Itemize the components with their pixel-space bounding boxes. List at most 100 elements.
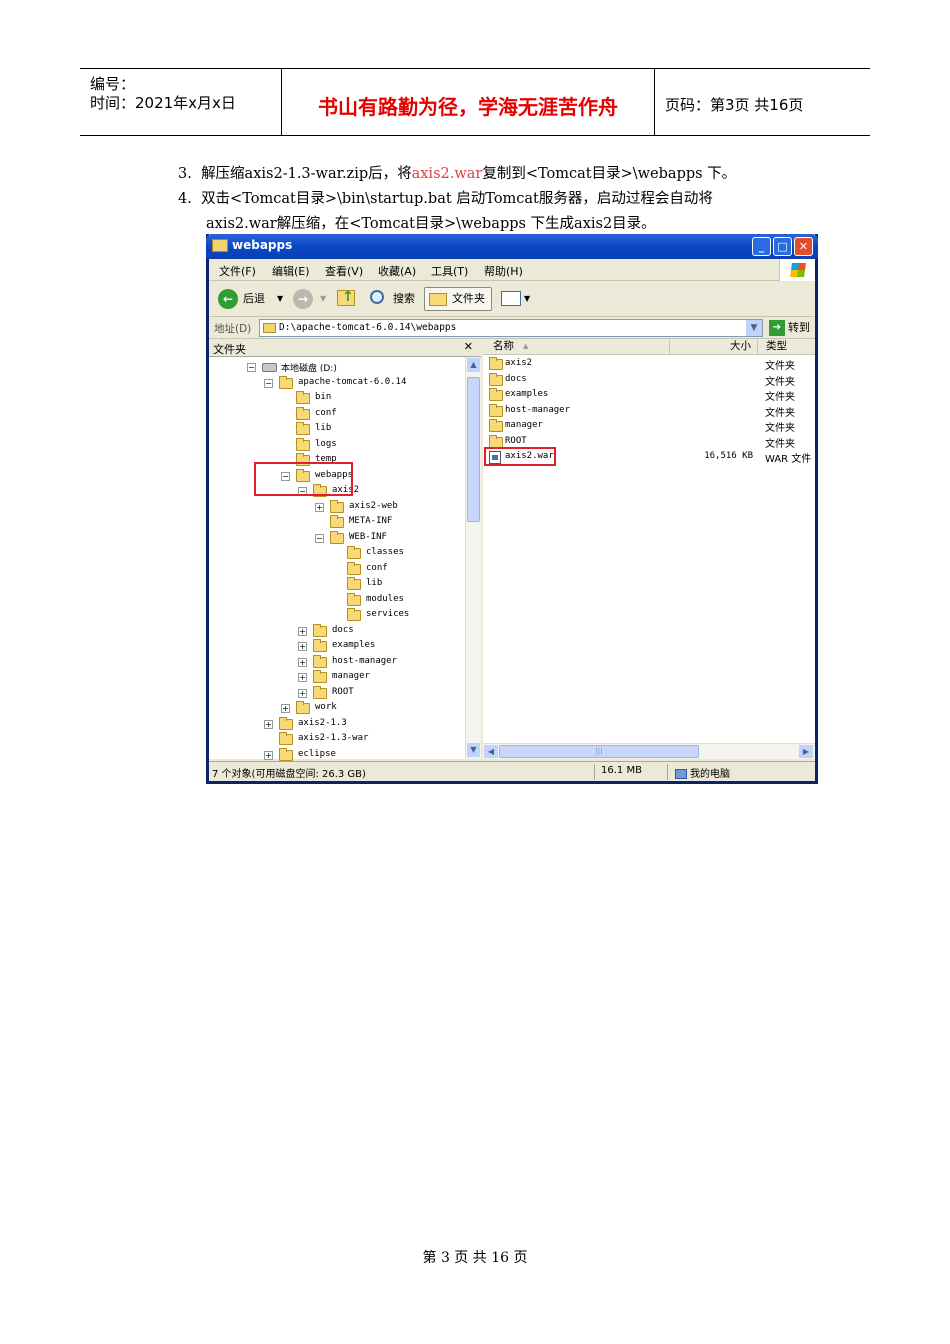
folder-icon bbox=[313, 654, 327, 668]
forward-button[interactable]: → ▼ bbox=[293, 287, 329, 311]
folder-icon bbox=[489, 434, 503, 448]
folder-icon bbox=[330, 530, 344, 544]
collapse-icon[interactable]: − bbox=[315, 533, 324, 543]
close-icon[interactable]: ✕ bbox=[464, 340, 473, 353]
folder-icon bbox=[347, 577, 361, 590]
file-name: host-manager bbox=[505, 404, 571, 415]
folder-icon bbox=[313, 685, 327, 699]
step-3-text-post: 复制到<Tomcat目录>\webapps 下。 bbox=[482, 166, 737, 182]
file-name: manager bbox=[505, 420, 543, 430]
tree-item-label: host-manager bbox=[332, 655, 398, 666]
up-folder-button[interactable]: ↑ bbox=[335, 287, 359, 311]
expand-icon[interactable]: + bbox=[298, 626, 307, 636]
tree-item-label: ROOT bbox=[332, 686, 354, 697]
expand-icon[interactable]: + bbox=[298, 673, 307, 682]
step-4-line-1: 4. 双击<Tomcat目录>\bin\startup.bat 启动Tomcat… bbox=[178, 187, 713, 208]
back-dropdown-icon: ▼ bbox=[277, 294, 284, 303]
minimize-button[interactable]: _ bbox=[752, 237, 771, 256]
tree-item-label: WEB-INF bbox=[349, 531, 387, 542]
column-header-size[interactable]: 大小 bbox=[670, 339, 758, 355]
collapse-icon[interactable]: − bbox=[264, 378, 273, 388]
scroll-right-icon[interactable]: ▶ bbox=[799, 745, 813, 758]
window-title: webapps bbox=[232, 238, 293, 252]
folder-icon bbox=[347, 561, 361, 575]
menu-edit[interactable]: 编辑(E) bbox=[272, 263, 310, 279]
folder-icon bbox=[313, 670, 327, 683]
expand-icon[interactable]: + bbox=[298, 642, 307, 651]
explorer-window: webapps _ □ ✕ 文件(F) 编辑(E) 查看(V) 收藏(A) 工具… bbox=[206, 234, 818, 784]
header-motto-cell: 书山有路勤为径，学海无涯苦作舟 bbox=[282, 69, 655, 135]
tree-item-label: axis2-1.3 bbox=[298, 717, 347, 728]
address-input[interactable]: D:\apache-tomcat-6.0.14\webapps ▼ bbox=[259, 319, 763, 337]
file-row[interactable]: axis2 文件夹 bbox=[483, 357, 815, 372]
column-header-type[interactable]: 类型 bbox=[758, 339, 815, 355]
column-header-name[interactable]: 名称 ▲ bbox=[483, 339, 670, 355]
tree-item-label: axis2-web bbox=[349, 500, 398, 511]
windows-logo-icon bbox=[779, 259, 815, 281]
address-path: D:\apache-tomcat-6.0.14\webapps bbox=[279, 322, 457, 333]
folders-icon bbox=[429, 293, 447, 306]
window-titlebar[interactable]: webapps _ □ ✕ bbox=[206, 234, 818, 259]
folder-icon bbox=[330, 499, 344, 513]
folder-icon bbox=[489, 357, 503, 370]
menu-help[interactable]: 帮助(H) bbox=[484, 263, 523, 279]
expand-icon[interactable]: + bbox=[281, 704, 290, 713]
folder-icon bbox=[279, 747, 293, 761]
file-type: 文件夹 bbox=[765, 423, 795, 434]
close-button[interactable]: ✕ bbox=[794, 237, 813, 256]
tree-item-label: examples bbox=[332, 640, 376, 650]
maximize-button[interactable]: □ bbox=[773, 237, 792, 256]
collapse-icon[interactable]: − bbox=[247, 363, 256, 372]
search-button[interactable]: 搜索 bbox=[367, 287, 419, 311]
scroll-thumb[interactable]: ||| bbox=[499, 745, 699, 758]
expand-icon[interactable]: + bbox=[298, 657, 307, 667]
folders-button[interactable]: 文件夹 bbox=[424, 287, 492, 311]
tree-item-label: modules bbox=[366, 593, 404, 604]
expand-icon[interactable]: + bbox=[298, 688, 307, 698]
sort-ascending-icon: ▲ bbox=[523, 342, 529, 350]
file-row[interactable]: host-manager 文件夹 bbox=[483, 403, 815, 419]
drive-icon bbox=[262, 363, 277, 372]
file-row[interactable]: examples 文件夹 bbox=[483, 388, 815, 403]
highlight-box-axis2-war bbox=[484, 447, 556, 466]
chevron-down-icon[interactable]: ▼ bbox=[746, 320, 762, 336]
tree-item-label: classes bbox=[366, 547, 404, 557]
menu-file[interactable]: 文件(F) bbox=[219, 263, 256, 279]
menu-favorites[interactable]: 收藏(A) bbox=[378, 263, 416, 279]
list-horizontal-scrollbar[interactable]: ◀ ||| ▶ bbox=[483, 743, 815, 759]
scroll-down-icon[interactable]: ▼ bbox=[467, 743, 480, 757]
expand-icon[interactable]: + bbox=[315, 502, 324, 512]
tree-item-label: conf bbox=[366, 562, 388, 573]
tree-item-label: apache-tomcat-6.0.14 bbox=[298, 376, 407, 387]
folder-tree-header: 文件夹 ✕ bbox=[209, 339, 481, 357]
views-dropdown-icon: ▼ bbox=[524, 294, 531, 303]
status-location: 我的电脑 bbox=[675, 765, 730, 780]
expand-icon[interactable]: + bbox=[264, 719, 273, 729]
scroll-up-icon[interactable]: ▲ bbox=[467, 358, 480, 372]
go-button[interactable]: ➔ 转到 bbox=[769, 319, 810, 336]
views-button[interactable]: ▼ bbox=[499, 287, 533, 311]
folder-icon bbox=[489, 372, 503, 386]
page-header-table: 编号： 时间：2021年x月x日 书山有路勤为径，学海无涯苦作舟 页码：第3页 … bbox=[80, 68, 870, 136]
tree-item-label: work bbox=[315, 702, 337, 712]
menu-view[interactable]: 查看(V) bbox=[325, 263, 363, 279]
highlight-box-webapps-axis2 bbox=[254, 462, 353, 496]
tree-scrollbar[interactable]: ▲ ▼ bbox=[465, 357, 481, 759]
file-row[interactable]: manager 文件夹 bbox=[483, 419, 815, 434]
tree-item-label: bin bbox=[315, 392, 332, 402]
scroll-left-icon[interactable]: ◀ bbox=[484, 745, 498, 758]
file-type: 文件夹 bbox=[765, 392, 795, 403]
views-icon bbox=[501, 291, 521, 306]
menu-tools[interactable]: 工具(T) bbox=[431, 263, 468, 279]
expand-icon[interactable]: + bbox=[264, 750, 273, 760]
tree-item-label: logs bbox=[315, 438, 337, 449]
header-meta-cell: 编号： 时间：2021年x月x日 bbox=[80, 69, 282, 135]
tree-item-label: lib bbox=[366, 578, 383, 588]
back-button[interactable]: ← 后退 ▼ bbox=[215, 287, 291, 311]
file-row[interactable]: docs 文件夹 bbox=[483, 372, 815, 388]
folder-icon bbox=[347, 592, 361, 606]
folder-icon bbox=[296, 406, 310, 420]
scroll-thumb[interactable] bbox=[467, 377, 480, 522]
folder-icon bbox=[489, 403, 503, 417]
file-type: 文件夹 bbox=[765, 376, 795, 388]
